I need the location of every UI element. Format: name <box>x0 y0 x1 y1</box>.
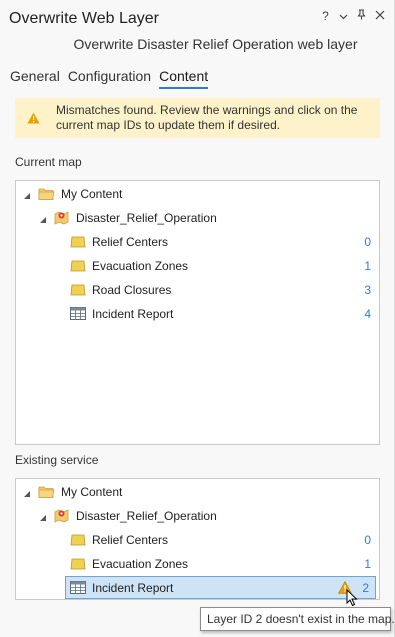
pane-title: Overwrite Web Layer <box>9 10 159 27</box>
layer-id-link[interactable]: 3 <box>364 283 371 297</box>
layer-id-tooltip: Layer ID 2 doesn't exist in the map. <box>200 607 395 631</box>
feature-layer-icon <box>70 260 86 275</box>
layer-label: Relief Centers <box>92 533 169 547</box>
tree-row-my-content[interactable]: My Content <box>16 481 379 503</box>
pin-icon[interactable] <box>356 9 367 23</box>
layer-label: Relief Centers <box>92 235 169 249</box>
pane-titlebar: Overwrite Web Layer ? <box>0 0 395 34</box>
layer-group-label: Disaster_Relief_Operation <box>76 211 217 225</box>
help-button[interactable]: ? <box>320 9 331 23</box>
expand-triangle-icon[interactable] <box>39 213 49 223</box>
overwrite-web-layer-pane: Overwrite Web Layer ? Overwrite Disaster… <box>0 0 395 637</box>
table-icon <box>70 307 86 323</box>
tree-row-layer[interactable]: Relief Centers 0 <box>16 231 379 253</box>
folder-icon <box>38 187 55 204</box>
layer-label: Evacuation Zones <box>92 259 189 273</box>
tree-row-layer[interactable]: Relief Centers 0 <box>16 529 379 551</box>
tab-bar: General Configuration Content <box>10 68 209 89</box>
table-icon <box>70 581 86 597</box>
layer-id-link[interactable]: 1 <box>364 259 371 273</box>
tab-general[interactable]: General <box>10 68 60 89</box>
layer-label: Road Closures <box>92 283 172 297</box>
feature-layer-icon <box>70 558 86 573</box>
layer-id-link[interactable]: 4 <box>364 307 371 321</box>
tree-row-layer[interactable]: Road Closures 3 <box>16 279 379 301</box>
layer-id-link[interactable]: 0 <box>364 235 371 249</box>
existing-service-tree[interactable]: My Content Disaster_Relief_Operation Rel… <box>15 478 380 600</box>
tab-content[interactable]: Content <box>159 68 209 89</box>
tree-row-my-content[interactable]: My Content <box>16 183 379 205</box>
expand-triangle-icon[interactable] <box>23 189 33 199</box>
map-layer-icon <box>54 210 69 229</box>
layer-id-link[interactable]: 1 <box>364 557 371 571</box>
current-map-tree[interactable]: My Content Disaster_Relief_Operation Rel… <box>15 180 380 445</box>
tree-root-label: My Content <box>61 485 123 499</box>
layer-id-link[interactable]: 0 <box>364 533 371 547</box>
layer-label: Evacuation Zones <box>92 557 189 571</box>
chevron-down-icon[interactable] <box>338 9 349 23</box>
tree-row-table-selected[interactable]: Incident Report 2 <box>65 576 376 599</box>
feature-layer-icon <box>70 534 86 549</box>
existing-service-label: Existing service <box>15 453 99 467</box>
tree-row-layer[interactable]: Evacuation Zones 1 <box>16 255 379 277</box>
tab-configuration[interactable]: Configuration <box>68 68 151 89</box>
table-label: Incident Report <box>92 307 174 321</box>
expand-triangle-icon[interactable] <box>23 487 33 497</box>
mismatch-warning-banner: Mismatches found. Review the warnings an… <box>15 98 380 138</box>
feature-layer-icon <box>70 284 86 299</box>
pane-subtitle: Overwrite Disaster Relief Operation web … <box>0 36 395 52</box>
feature-layer-icon <box>70 236 86 251</box>
expand-triangle-icon[interactable] <box>39 511 49 521</box>
warning-message: Mismatches found. Review the warnings an… <box>56 103 358 132</box>
tree-row-layer-group[interactable]: Disaster_Relief_Operation <box>16 505 379 527</box>
titlebar-controls: ? <box>320 9 385 23</box>
map-layer-icon <box>54 508 69 527</box>
layer-group-label: Disaster_Relief_Operation <box>76 509 217 523</box>
tree-row-layer-group[interactable]: Disaster_Relief_Operation <box>16 207 379 229</box>
warning-triangle-icon <box>15 98 45 138</box>
layer-id-link[interactable]: 2 <box>362 581 369 595</box>
subtitle-text: Overwrite Disaster Relief Operation web … <box>73 36 358 52</box>
table-label: Incident Report <box>92 580 174 595</box>
current-map-label: Current map <box>15 155 82 169</box>
tree-root-label: My Content <box>61 187 123 201</box>
folder-icon <box>38 485 55 502</box>
close-icon[interactable] <box>374 9 385 23</box>
tree-row-table[interactable]: Incident Report 4 <box>16 303 379 325</box>
tree-row-layer[interactable]: Evacuation Zones 1 <box>16 553 379 575</box>
